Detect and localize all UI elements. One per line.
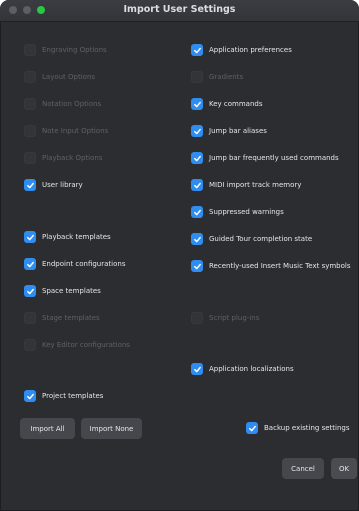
option-recently-used-insert-music-text-symbols[interactable]: Recently-used Insert Music Text symbols — [191, 258, 351, 274]
layout-options-label: Layout Options — [42, 73, 96, 81]
checkmark-icon — [26, 288, 34, 294]
project-templates-checkbox[interactable] — [24, 390, 36, 402]
key-editor-configurations-checkbox — [24, 339, 36, 351]
checkmark-icon — [248, 425, 256, 431]
gradients-label: Gradients — [209, 73, 244, 81]
space-templates-label: Space templates — [42, 287, 101, 295]
notation-options-label: Notation Options — [42, 100, 102, 108]
option-playback-options: Playback Options — [24, 150, 102, 166]
jump-bar-aliases-label: Jump bar aliases — [209, 127, 267, 135]
import-all-button[interactable]: Import All — [20, 418, 75, 439]
gradients-checkbox — [191, 71, 203, 83]
engraving-options-checkbox — [24, 44, 36, 56]
recently-used-insert-music-text-symbols-label: Recently-used Insert Music Text symbols — [209, 262, 351, 270]
suppressed-warnings-label: Suppressed warnings — [209, 208, 284, 216]
playback-templates-label: Playback templates — [42, 233, 111, 241]
option-note-input-options: Note Input Options — [24, 123, 108, 139]
title-bar: Import User Settings — [0, 0, 359, 22]
checkmark-icon — [26, 393, 34, 399]
option-key-commands[interactable]: Key commands — [191, 96, 263, 112]
stage-templates-checkbox — [24, 312, 36, 324]
checkmark-icon — [26, 261, 34, 267]
playback-options-label: Playback Options — [42, 154, 103, 162]
option-project-templates[interactable]: Project templates — [24, 388, 103, 404]
application-localizations-checkbox[interactable] — [191, 363, 203, 375]
option-midi-import-track-memory[interactable]: MIDI import track memory — [191, 177, 301, 193]
guided-tour-completion-state-label: Guided Tour completion state — [209, 235, 313, 243]
application-preferences-label: Application preferences — [209, 46, 292, 54]
guided-tour-completion-state-checkbox[interactable] — [191, 233, 203, 245]
backup-settings-checkbox[interactable] — [246, 422, 258, 434]
option-endpoint-configurations[interactable]: Endpoint configurations — [24, 256, 125, 272]
jump-bar-frequently-used-commands-label: Jump bar frequently used commands — [209, 154, 339, 162]
checkmark-icon — [193, 263, 201, 269]
playback-options-checkbox — [24, 152, 36, 164]
space-templates-checkbox[interactable] — [24, 285, 36, 297]
checkmark-icon — [193, 47, 201, 53]
option-guided-tour-completion-state[interactable]: Guided Tour completion state — [191, 231, 312, 247]
project-templates-label: Project templates — [42, 392, 104, 400]
option-application-localizations[interactable]: Application localizations — [191, 361, 294, 377]
recently-used-insert-music-text-symbols-checkbox[interactable] — [191, 260, 203, 272]
option-script-plug-ins: Script plug-ins — [191, 310, 259, 326]
suppressed-warnings-checkbox[interactable] — [191, 206, 203, 218]
key-editor-configurations-label: Key Editor configurations — [42, 341, 130, 349]
option-application-preferences[interactable]: Application preferences — [191, 42, 292, 58]
option-playback-templates[interactable]: Playback templates — [24, 229, 111, 245]
option-key-editor-configurations: Key Editor configurations — [24, 337, 130, 353]
backup-settings-label: Backup existing settings — [264, 424, 350, 432]
backup-settings-option[interactable]: Backup existing settings — [246, 420, 350, 436]
application-preferences-checkbox[interactable] — [191, 44, 203, 56]
import-user-settings-dialog: Import User Settings Engraving Options La… — [0, 0, 359, 511]
checkmark-icon — [26, 182, 34, 188]
checkmark-icon — [193, 236, 201, 242]
checkmark-icon — [193, 182, 201, 188]
midi-import-track-memory-label: MIDI import track memory — [209, 181, 302, 189]
option-stage-templates: Stage templates — [24, 310, 100, 326]
playback-templates-checkbox[interactable] — [24, 231, 36, 243]
stage-templates-label: Stage templates — [42, 314, 100, 322]
checkmark-icon — [193, 209, 201, 215]
option-user-library[interactable]: User library — [24, 177, 83, 193]
script-plug-ins-label: Script plug-ins — [209, 314, 260, 322]
layout-options-checkbox — [24, 71, 36, 83]
option-space-templates[interactable]: Space templates — [24, 283, 101, 299]
checkmark-icon — [193, 128, 201, 134]
engraving-options-label: Engraving Options — [42, 46, 107, 54]
checkmark-icon — [193, 366, 201, 372]
jump-bar-aliases-checkbox[interactable] — [191, 125, 203, 137]
jump-bar-frequently-used-commands-checkbox[interactable] — [191, 152, 203, 164]
ok-button[interactable]: OK — [331, 458, 357, 479]
checkmark-icon — [193, 101, 201, 107]
user-library-checkbox[interactable] — [24, 179, 36, 191]
note-input-options-label: Note Input Options — [42, 127, 109, 135]
note-input-options-checkbox — [24, 125, 36, 137]
option-jump-bar-frequently-used-commands[interactable]: Jump bar frequently used commands — [191, 150, 339, 166]
midi-import-track-memory-checkbox[interactable] — [191, 179, 203, 191]
endpoint-configurations-checkbox[interactable] — [24, 258, 36, 270]
application-localizations-label: Application localizations — [209, 365, 294, 373]
cancel-button[interactable]: Cancel — [282, 458, 324, 479]
endpoint-configurations-label: Endpoint configurations — [42, 260, 126, 268]
option-notation-options: Notation Options — [24, 96, 101, 112]
option-suppressed-warnings[interactable]: Suppressed warnings — [191, 204, 284, 220]
checkmark-icon — [26, 234, 34, 240]
key-commands-checkbox[interactable] — [191, 98, 203, 110]
user-library-label: User library — [42, 181, 83, 189]
dialog-title: Import User Settings — [123, 4, 236, 15]
import-none-button[interactable]: Import None — [81, 418, 142, 439]
key-commands-label: Key commands — [209, 100, 263, 108]
option-jump-bar-aliases[interactable]: Jump bar aliases — [191, 123, 267, 139]
script-plug-ins-checkbox — [191, 312, 203, 324]
notation-options-checkbox — [24, 98, 36, 110]
option-engraving-options: Engraving Options — [24, 42, 107, 58]
checkmark-icon — [193, 155, 201, 161]
option-gradients: Gradients — [191, 69, 243, 85]
option-layout-options: Layout Options — [24, 69, 95, 85]
